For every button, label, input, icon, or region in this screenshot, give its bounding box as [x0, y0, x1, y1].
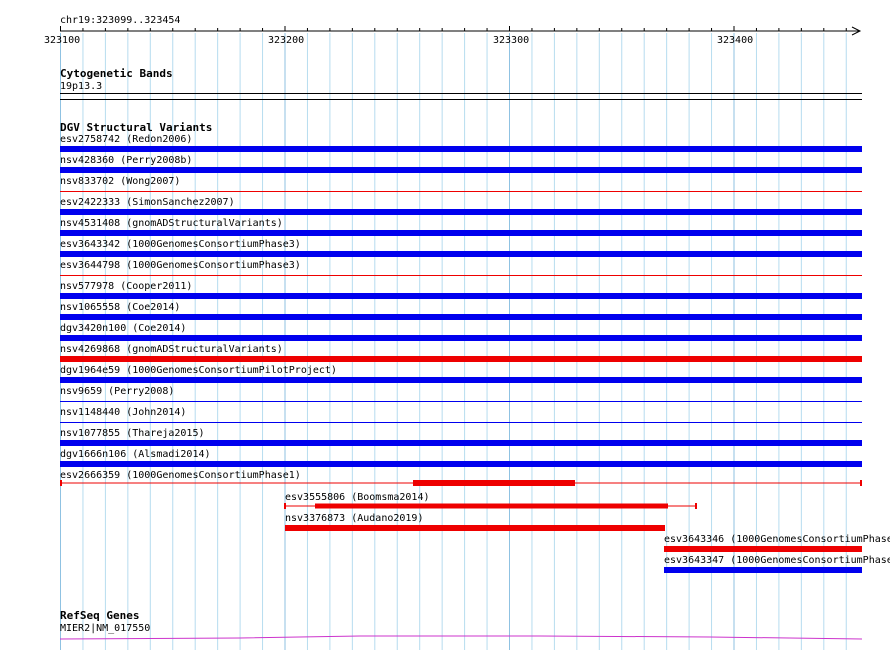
variant-label[interactable]: esv2422333 (SimonSanchez2007): [60, 197, 235, 208]
variant-label[interactable]: dgv1964e59 (1000GenomesConsortiumPilotPr…: [60, 365, 337, 376]
variant-feature[interactable]: [60, 461, 862, 467]
variant-label[interactable]: nsv1148440 (John2014): [60, 407, 186, 418]
track-title-dgv-structural-variants[interactable]: DGV Structural Variants: [60, 122, 212, 134]
variant-feature[interactable]: [60, 191, 862, 192]
variant-label[interactable]: esv2758742 (Redon2006): [60, 134, 192, 145]
ruler-tick-label: 323100: [44, 35, 81, 46]
variant-feature[interactable]: [58, 478, 864, 488]
variant-feature-esv3643346[interactable]: [664, 546, 862, 552]
variant-label[interactable]: nsv4269868 (gnomADStructuralVariants): [60, 344, 283, 355]
gene-feature-mier2[interactable]: [60, 632, 862, 642]
variant-feature[interactable]: [60, 167, 862, 173]
variant-feature[interactable]: [60, 209, 862, 215]
variant-label[interactable]: nsv9659 (Perry2008): [60, 386, 174, 397]
ruler-tick-label: 323200: [268, 35, 305, 46]
cyto-band-outline-top: [60, 93, 862, 94]
variant-label[interactable]: esv3643346 (1000GenomesConsortiumPhase: [664, 534, 890, 545]
variant-label[interactable]: nsv577978 (Cooper2011): [60, 281, 192, 292]
variant-label[interactable]: nsv833702 (Wong2007): [60, 176, 180, 187]
variant-label[interactable]: esv3643342 (1000GenomesConsortiumPhase3): [60, 239, 301, 250]
track-title-refseq-genes[interactable]: RefSeq Genes: [60, 610, 139, 622]
cyto-band-outline-bottom: [60, 99, 862, 100]
variant-label[interactable]: nsv1077855 (Thareja2015): [60, 428, 205, 439]
variant-feature[interactable]: [60, 377, 862, 383]
variant-feature[interactable]: [60, 422, 862, 423]
variant-feature-nsv3376873[interactable]: [285, 525, 665, 531]
variant-feature-esv3555806[interactable]: [283, 502, 703, 512]
ruler-tick-label: 323300: [493, 35, 530, 46]
variant-label[interactable]: esv3643347 (1000GenomesConsortiumPhase: [664, 555, 890, 566]
ruler-tick-label: 323400: [717, 35, 754, 46]
ruler-axis: [60, 26, 862, 36]
variant-feature[interactable]: [60, 335, 862, 341]
variant-feature[interactable]: [60, 440, 862, 446]
variant-label[interactable]: nsv4531408 (gnomADStructuralVariants): [60, 218, 283, 229]
track-title-cytogenetic-bands[interactable]: Cytogenetic Bands: [60, 68, 173, 80]
variant-feature[interactable]: [60, 293, 862, 299]
variant-feature-esv3643347[interactable]: [664, 567, 862, 573]
variant-feature[interactable]: [60, 356, 862, 362]
variant-feature[interactable]: [60, 275, 862, 276]
variant-feature[interactable]: [60, 146, 862, 152]
variant-feature[interactable]: [60, 230, 862, 236]
track-canvas: chr19:323099..323454 323100 323200 32330…: [0, 0, 890, 650]
variant-label[interactable]: dgv3420n100 (Coe2014): [60, 323, 186, 334]
variant-label[interactable]: nsv1065558 (Coe2014): [60, 302, 180, 313]
variant-label[interactable]: dgv1666n106 (Alsmadi2014): [60, 449, 211, 460]
variant-feature[interactable]: [60, 314, 862, 320]
variant-feature[interactable]: [60, 251, 862, 257]
cyto-band-label[interactable]: 19p13.3: [60, 81, 102, 92]
variant-feature[interactable]: [60, 401, 862, 402]
variant-label[interactable]: nsv428360 (Perry2008b): [60, 155, 192, 166]
variant-label[interactable]: nsv3376873 (Audano2019): [285, 513, 423, 524]
variant-label[interactable]: esv3644798 (1000GenomesConsortiumPhase3): [60, 260, 301, 271]
